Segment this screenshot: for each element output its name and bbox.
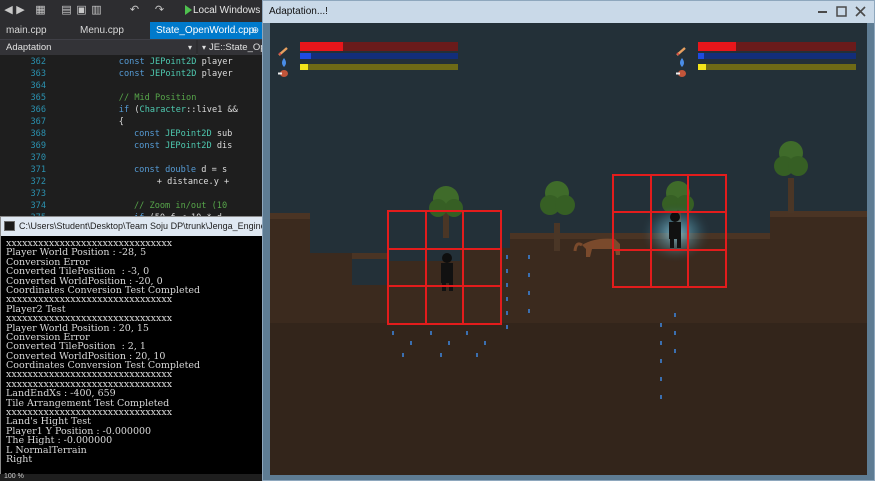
- tab-main-cpp[interactable]: main.cpp: [0, 22, 70, 39]
- code-line[interactable]: // Mid Position: [119, 93, 197, 103]
- code-line[interactable]: + distance.y +: [157, 177, 229, 187]
- line-number: 362: [30, 57, 46, 67]
- line-number: 371: [30, 165, 46, 175]
- debug-target-button[interactable]: Local Windows: [193, 2, 260, 19]
- scope-dropdown-value: JE::State_Op: [209, 42, 264, 53]
- p1-health-bar: [300, 42, 458, 51]
- undo-icon[interactable]: ↶: [128, 3, 141, 16]
- redo-icon[interactable]: ↷: [153, 3, 166, 16]
- p1-mana-bar: [300, 53, 458, 59]
- minimize-icon[interactable]: [818, 11, 827, 13]
- console-window[interactable]: C:\Users\Student\Desktop\Team Soju DP\tr…: [0, 216, 264, 481]
- console-line: Right: [6, 453, 33, 465]
- p2-health-fill: [698, 42, 736, 51]
- line-number-gutter: 3623633643653663673683693703713723733743…: [0, 55, 56, 218]
- pin-icon[interactable]: ⊕: [251, 22, 259, 39]
- tab-menu-cpp[interactable]: Menu.cpp: [74, 22, 150, 39]
- line-number: 365: [30, 93, 46, 103]
- p1-stamina-fill: [300, 64, 308, 70]
- code-line[interactable]: const JEPoint2D dis: [134, 141, 232, 151]
- tab-label: State_OpenWorld.cpp: [156, 25, 255, 36]
- forward-icon[interactable]: ▶: [14, 3, 27, 16]
- line-number: 368: [30, 129, 46, 139]
- game-window[interactable]: Adaptation...!: [262, 0, 875, 481]
- code-line[interactable]: const JEPoint2D player: [119, 57, 233, 67]
- code-line[interactable]: const JEPoint2D player: [119, 69, 233, 79]
- line-number: 364: [30, 81, 46, 91]
- tab-state-openworld-cpp[interactable]: State_OpenWorld.cpp ⊕: [150, 22, 264, 39]
- line-number: 369: [30, 141, 46, 151]
- p2-health-bar: [698, 42, 856, 51]
- p1-mana-fill: [300, 53, 312, 59]
- game-title-bar[interactable]: Adaptation...!: [263, 1, 874, 23]
- tab-label: Menu.cpp: [80, 25, 124, 36]
- p2-mana-bar: [698, 53, 856, 59]
- project-dropdown[interactable]: Adaptation ▾: [0, 40, 196, 55]
- zoom-level[interactable]: 100 %: [4, 472, 24, 481]
- code-line[interactable]: if (Character::live1 &&: [119, 105, 238, 115]
- code-line[interactable]: const double d = s: [134, 165, 227, 175]
- console-title-bar[interactable]: C:\Users\Student\Desktop\Team Soju DP\tr…: [1, 217, 263, 236]
- save-icon[interactable]: ▣: [75, 3, 88, 16]
- line-number: 370: [30, 153, 46, 163]
- game-window-title: Adaptation...!: [269, 6, 328, 17]
- desktop: ◀ ▶ ▦ ▤ ▣ ▥ ↶ ↷ Local Windows main.cpp M…: [0, 0, 875, 481]
- p1-stamina-bar: [300, 64, 458, 70]
- line-number: 374: [30, 201, 46, 211]
- line-number: 367: [30, 117, 46, 127]
- new-project-icon[interactable]: ▦: [34, 3, 47, 16]
- p1-health-fill: [300, 42, 343, 51]
- sword-icon: [278, 41, 289, 56]
- code-line[interactable]: // Zoom in/out (10: [134, 201, 227, 211]
- meat-icon: [676, 63, 687, 77]
- chevron-down-icon: ▾: [187, 43, 192, 52]
- maximize-icon[interactable]: [836, 6, 847, 17]
- line-number: 372: [30, 177, 46, 187]
- code-editor[interactable]: 3623633643653663673683693703713723733743…: [0, 55, 264, 218]
- window-controls: [818, 6, 866, 17]
- chevron-down-icon: ▾: [202, 43, 207, 52]
- line-number: 373: [30, 189, 46, 199]
- console-line: L NormalTerrain: [6, 444, 87, 456]
- start-debug-icon[interactable]: [185, 5, 192, 15]
- save-all-icon[interactable]: ▥: [90, 3, 103, 16]
- p2-stamina-bar: [698, 64, 856, 70]
- mana-drop-icon: [278, 52, 289, 67]
- game-scene: [270, 23, 867, 475]
- console-output: xxxxxxxxxxxxxxxxxxxxxxxxxxxxxxx Player Wo…: [6, 239, 264, 479]
- ide-status-strip: 100 %: [0, 472, 264, 481]
- open-file-icon[interactable]: ▤: [60, 3, 73, 16]
- tab-label: main.cpp: [6, 25, 47, 36]
- scope-dropdown[interactable]: ▾ JE::State_Op: [198, 40, 264, 55]
- mana-drop-icon: [676, 52, 687, 67]
- editor-tabs: main.cpp Menu.cpp State_OpenWorld.cpp ⊕: [0, 22, 264, 39]
- console-icon: [4, 221, 15, 231]
- line-number: 363: [30, 69, 46, 79]
- meat-icon: [278, 63, 289, 77]
- sword-icon: [676, 41, 687, 56]
- navigation-bar: Adaptation ▾ ▾ JE::State_Op: [0, 39, 264, 55]
- close-icon[interactable]: [855, 6, 866, 17]
- line-number: 366: [30, 105, 46, 115]
- code-line[interactable]: {: [119, 117, 124, 127]
- console-title: C:\Users\Student\Desktop\Team Soju DP\tr…: [19, 221, 263, 231]
- code-line[interactable]: const JEPoint2D sub: [134, 129, 232, 139]
- p2-mana-fill: [698, 53, 705, 59]
- p2-stamina-fill: [698, 64, 706, 70]
- game-viewport[interactable]: [270, 23, 867, 475]
- project-dropdown-value: Adaptation: [6, 42, 52, 53]
